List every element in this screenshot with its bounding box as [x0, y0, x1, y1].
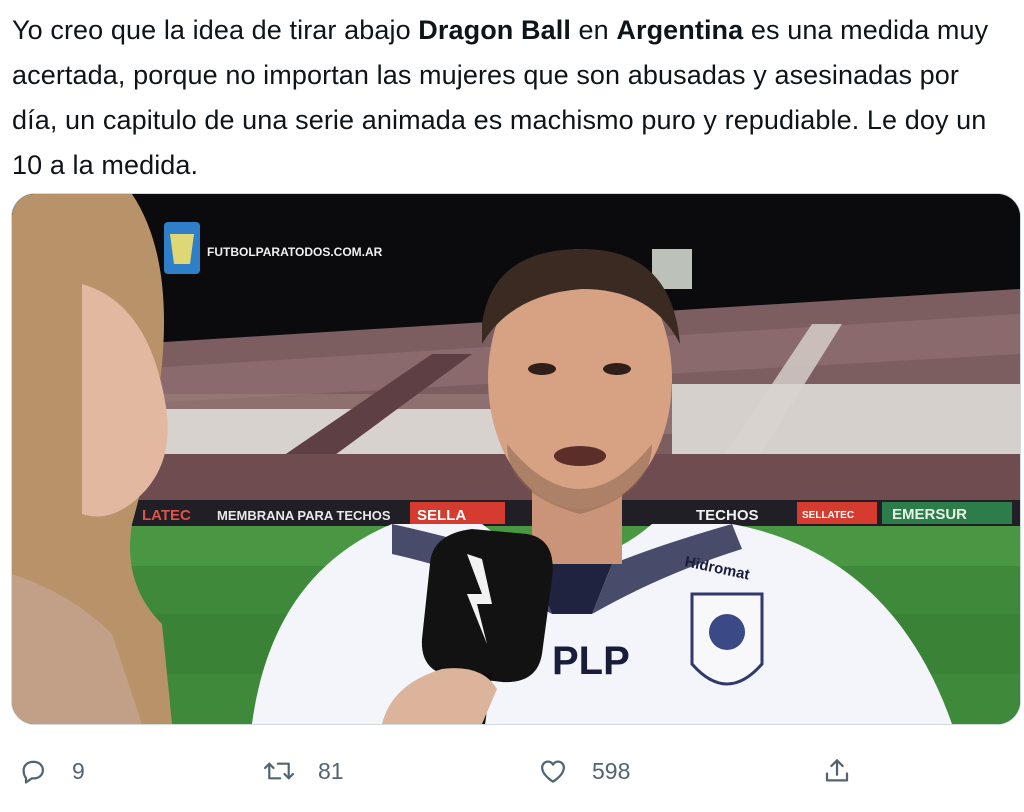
- ad-board-text: LATEC: [142, 507, 191, 524]
- retweet-icon: [262, 754, 296, 788]
- ad-board-text: EMERSUR: [892, 506, 967, 523]
- like-icon: [536, 754, 570, 788]
- ad-board-text: SELLA: [417, 507, 466, 524]
- tweet-actions-bar: 9 81 598: [0, 748, 1024, 794]
- reply-button[interactable]: 9: [16, 748, 85, 794]
- reply-icon: [16, 754, 50, 788]
- like-count: 598: [592, 757, 631, 784]
- like-button[interactable]: 598: [536, 748, 630, 794]
- tweet-media-image[interactable]: LATEC MEMBRANA PARA TECHOS SELLA TECHOS …: [11, 193, 1021, 725]
- ad-board-text: SELLATEC: [802, 510, 854, 521]
- ad-board-text: TECHOS: [696, 507, 759, 524]
- tv-watermark: FUTBOLPARATODOS.COM.AR: [207, 245, 383, 259]
- shirt-sponsor: PLP: [552, 639, 630, 683]
- reply-count: 9: [72, 757, 85, 784]
- ad-board-text: MEMBRANA PARA TECHOS: [217, 508, 391, 523]
- tweet-text-bold: Dragon Ball: [418, 15, 571, 45]
- tweet-text-part: Yo creo que la idea de tirar abajo: [12, 15, 419, 45]
- share-icon: [820, 754, 854, 788]
- tweet-text-bold: Argentina: [616, 15, 744, 45]
- retweet-button[interactable]: 81: [262, 748, 344, 794]
- media-illustration: LATEC MEMBRANA PARA TECHOS SELLA TECHOS …: [12, 194, 1020, 724]
- share-button[interactable]: [820, 748, 854, 794]
- retweet-count: 81: [318, 757, 344, 784]
- tweet-text: Yo creo que la idea de tirar abajo Drago…: [12, 8, 1012, 188]
- tweet-text-part: en: [570, 15, 617, 45]
